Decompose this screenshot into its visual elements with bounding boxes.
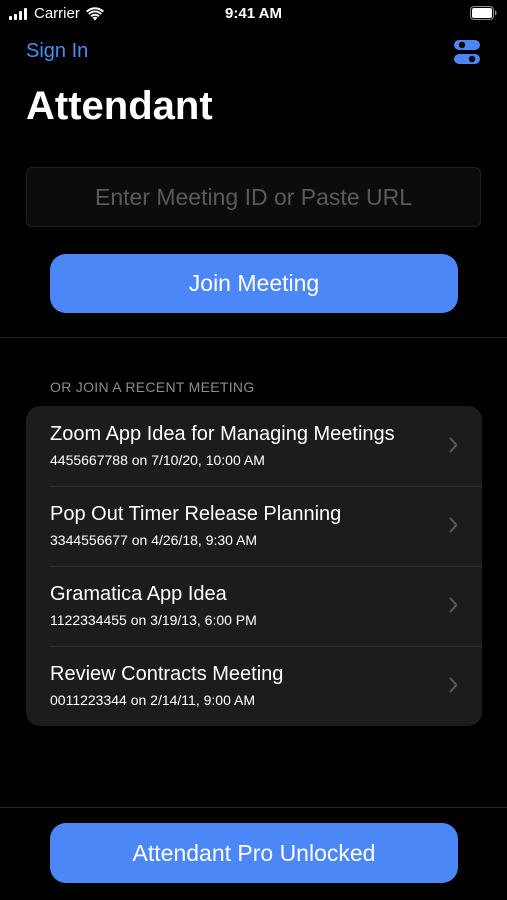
recent-meetings-list: Zoom App Idea for Managing Meetings 4455… xyxy=(26,406,482,726)
chevron-right-icon xyxy=(449,597,458,613)
divider xyxy=(0,807,507,808)
meeting-details: 0011223344 on 2/14/11, 9:00 AM xyxy=(50,692,255,708)
divider xyxy=(0,337,507,338)
join-meeting-button[interactable]: Join Meeting xyxy=(50,254,458,313)
chevron-right-icon xyxy=(449,517,458,533)
meeting-id-input[interactable] xyxy=(26,167,481,227)
meeting-title: Zoom App Idea for Managing Meetings xyxy=(50,423,395,445)
sign-in-button[interactable]: Sign In xyxy=(26,40,88,63)
recent-meeting-row[interactable]: Pop Out Timer Release Planning 334455667… xyxy=(26,486,482,566)
meeting-details: 3344556677 on 4/26/18, 9:30 AM xyxy=(50,532,258,548)
meeting-title: Review Contracts Meeting xyxy=(50,663,284,685)
recent-meeting-row[interactable]: Zoom App Idea for Managing Meetings 4455… xyxy=(26,406,482,486)
toggle-switches-icon[interactable] xyxy=(453,38,481,66)
status-bar: Carrier 9:41 AM xyxy=(0,0,507,30)
meeting-title: Pop Out Timer Release Planning xyxy=(50,503,342,525)
meeting-details: 1122334455 on 3/19/13, 6:00 PM xyxy=(50,612,257,628)
battery-icon xyxy=(470,6,497,20)
attendant-pro-button[interactable]: Attendant Pro Unlocked xyxy=(50,823,458,883)
meeting-title: Gramatica App Idea xyxy=(50,583,227,605)
status-time: 9:41 AM xyxy=(225,5,282,22)
chevron-right-icon xyxy=(449,677,458,693)
meeting-details: 4455667788 on 7/10/20, 10:00 AM xyxy=(50,452,265,468)
recent-meeting-row[interactable]: Review Contracts Meeting 0011223344 on 2… xyxy=(26,646,482,726)
recent-section-header: OR JOIN A RECENT MEETING xyxy=(50,379,255,395)
recent-meeting-row[interactable]: Gramatica App Idea 1122334455 on 3/19/13… xyxy=(26,566,482,646)
chevron-right-icon xyxy=(449,437,458,453)
page-title: Attendant xyxy=(26,84,213,128)
